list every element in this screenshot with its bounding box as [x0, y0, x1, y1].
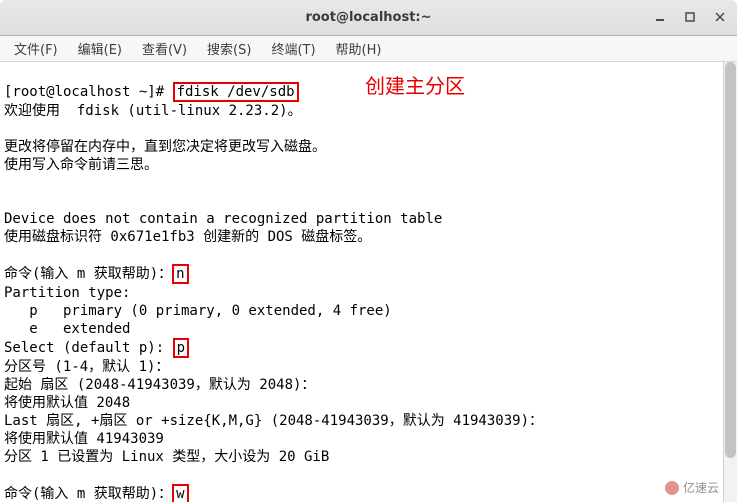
- menu-search[interactable]: 搜索(S): [197, 36, 261, 61]
- terminal-line: Last 扇区, +扇区 or +size{K,M,G} (2048-41943…: [4, 413, 543, 429]
- close-button[interactable]: [709, 6, 731, 28]
- terminal-line: 命令(输入 m 获取帮助)：: [4, 266, 172, 282]
- terminal-content[interactable]: [root@localhost ~]# fdisk /dev/sdb 欢迎使用 …: [0, 62, 737, 502]
- menu-edit[interactable]: 编辑(E): [68, 36, 132, 61]
- menubar: 文件(F) 编辑(E) 查看(V) 搜索(S) 终端(T) 帮助(H): [0, 36, 737, 62]
- terminal-line: Partition type:: [4, 285, 130, 301]
- terminal-line: 欢迎使用 fdisk (util-linux 2.23.2)。: [4, 103, 302, 119]
- scrollbar-thumb[interactable]: [725, 62, 736, 458]
- terminal-line: 更改将停留在内存中，直到您决定将更改写入磁盘。: [4, 139, 326, 155]
- terminal-line: p primary (0 primary, 0 extended, 4 free…: [4, 303, 392, 319]
- terminal-line: 分区号 (1-4，默认 1)：: [4, 359, 169, 375]
- terminal-line: 命令(输入 m 获取帮助)：: [4, 486, 172, 502]
- highlight-input-n: n: [172, 264, 188, 284]
- terminal-line: Device does not contain a recognized par…: [4, 211, 442, 227]
- menu-help[interactable]: 帮助(H): [326, 36, 392, 61]
- vertical-scrollbar[interactable]: [723, 62, 737, 502]
- minimize-button[interactable]: [649, 6, 671, 28]
- menu-view[interactable]: 查看(V): [132, 36, 197, 61]
- maximize-button[interactable]: [679, 6, 701, 28]
- terminal-line: 将使用默认值 2048: [4, 395, 130, 411]
- menu-file[interactable]: 文件(F): [4, 36, 68, 61]
- terminal-line: e extended: [4, 321, 130, 337]
- terminal-line: 起始 扇区 (2048-41943039，默认为 2048)：: [4, 377, 315, 393]
- terminal-line: 使用写入命令前请三思。: [4, 157, 158, 173]
- watermark-icon: [665, 481, 679, 495]
- watermark-text: 亿速云: [683, 479, 719, 496]
- terminal-line: Select (default p):: [4, 340, 173, 356]
- window-controls: [649, 6, 731, 28]
- window-titlebar: root@localhost:~: [0, 0, 737, 36]
- menu-terminal[interactable]: 终端(T): [261, 36, 325, 61]
- watermark: 亿速云: [665, 479, 719, 496]
- shell-prompt: [root@localhost ~]#: [4, 84, 173, 100]
- window-title: root@localhost:~: [0, 10, 737, 25]
- terminal-line: 分区 1 已设置为 Linux 类型，大小设为 20 GiB: [4, 449, 329, 465]
- terminal-line: 将使用默认值 41943039: [4, 431, 164, 447]
- highlight-fdisk-cmd: fdisk /dev/sdb: [173, 82, 299, 102]
- highlight-input-p: p: [173, 338, 189, 358]
- highlight-input-w: w: [172, 484, 188, 502]
- terminal-line: 使用磁盘标识符 0x671e1fb3 创建新的 DOS 磁盘标签。: [4, 229, 371, 245]
- annotation-create-primary: 创建主分区: [365, 78, 465, 96]
